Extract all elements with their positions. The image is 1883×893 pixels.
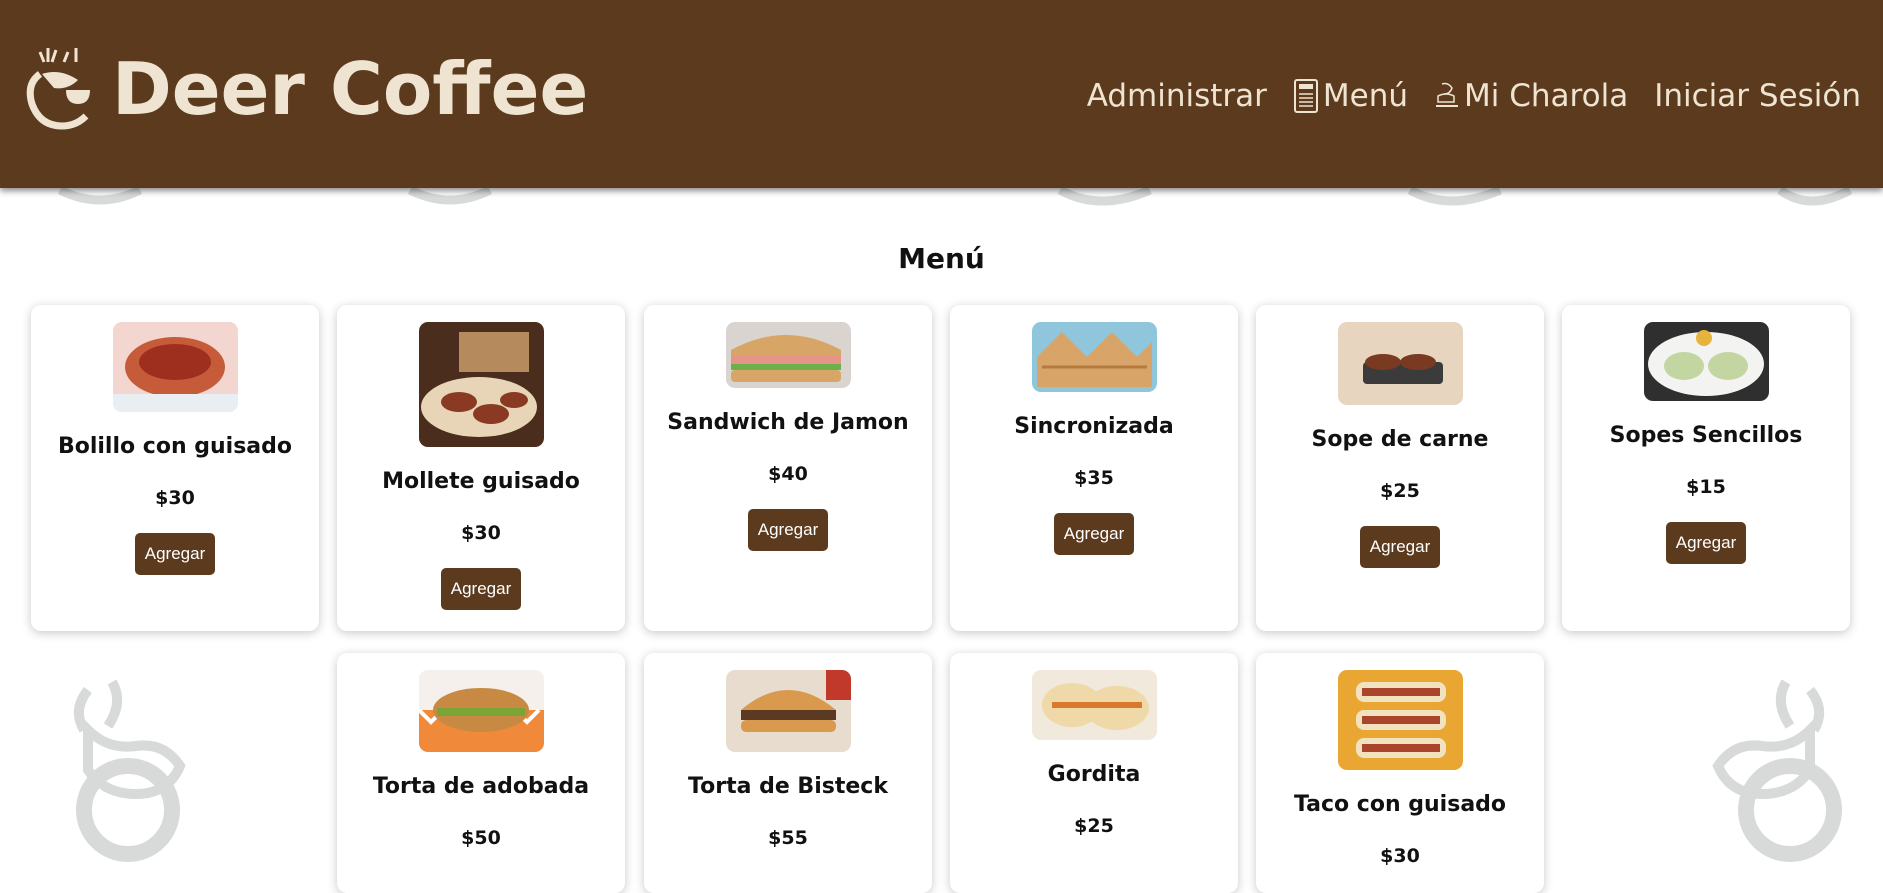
nav-iniciar-sesion[interactable]: Iniciar Sesión	[1654, 78, 1861, 114]
product-card: Taco con guisado $30	[1256, 653, 1544, 893]
brand-name: Deer Coffee	[112, 47, 589, 131]
product-price: $50	[461, 827, 501, 849]
product-name: Sopes Sencillos	[1609, 423, 1803, 448]
nav-mi-charola[interactable]: Mi Charola	[1434, 78, 1628, 114]
product-image	[112, 322, 238, 412]
add-button[interactable]: Agregar	[440, 568, 522, 610]
tray-icon	[1436, 82, 1459, 107]
product-card: Sandwich de Jamon $40 Agregar	[644, 305, 932, 631]
background-deer-watermark	[28, 670, 228, 870]
product-price: $35	[1074, 467, 1114, 489]
product-price: $30	[155, 487, 195, 509]
page-title: Menú	[898, 242, 985, 275]
product-image	[1337, 670, 1463, 770]
product-card: Gordita $25	[950, 653, 1238, 893]
product-name: Sope de carne	[1311, 427, 1489, 452]
product-image	[725, 670, 851, 752]
add-button[interactable]: Agregar	[134, 533, 216, 575]
product-image	[1337, 322, 1463, 405]
nav-label: Administrar	[1086, 78, 1267, 114]
product-name: Torta de Bisteck	[688, 774, 888, 799]
product-name: Torta de adobada	[372, 774, 590, 799]
product-card: Sopes Sencillos $15 Agregar	[1562, 305, 1850, 631]
menu-book-icon	[1293, 79, 1318, 113]
product-price: $30	[1380, 845, 1420, 867]
product-name: Sandwich de Jamon	[667, 410, 909, 435]
product-price: $15	[1686, 476, 1726, 498]
product-image	[418, 670, 544, 752]
main-nav: Administrar Menú Mi Charola Iniciar Sesi…	[1061, 78, 1861, 114]
nav-label: Mi Charola	[1464, 78, 1629, 114]
top-navbar: Deer Coffee Administrar Menú Mi Charola …	[0, 0, 1883, 188]
nav-label: Menú	[1322, 78, 1409, 114]
product-price: $30	[461, 522, 501, 544]
product-name: Sincronizada	[1014, 414, 1174, 439]
add-button[interactable]: Agregar	[1359, 526, 1441, 568]
brand[interactable]: Deer Coffee	[18, 44, 588, 134]
product-name: Taco con guisado	[1293, 792, 1507, 817]
product-image	[1031, 670, 1157, 740]
product-card: Sope de carne $25 Agregar	[1256, 305, 1544, 631]
product-card: Bolillo con guisado $30 Agregar	[31, 305, 319, 631]
product-price: $40	[768, 463, 808, 485]
background-deer-watermark	[1690, 670, 1883, 870]
nav-administrar[interactable]: Administrar	[1087, 78, 1267, 114]
product-name: Gordita	[1047, 762, 1141, 787]
product-name: Bolillo con guisado	[57, 434, 293, 459]
nav-menu[interactable]: Menú	[1293, 78, 1408, 114]
product-name: Mollete guisado	[382, 469, 580, 494]
add-button[interactable]: Agregar	[747, 509, 829, 551]
product-card: Sincronizada $35 Agregar	[950, 305, 1238, 631]
product-card: Torta de adobada $50	[337, 653, 625, 893]
nav-label: Iniciar Sesión	[1654, 78, 1861, 114]
product-price: $55	[768, 827, 808, 849]
product-card: Mollete guisado $30 Agregar	[337, 305, 625, 631]
product-image	[1643, 322, 1769, 401]
product-price: $25	[1074, 815, 1114, 837]
add-button[interactable]: Agregar	[1053, 513, 1135, 555]
add-button[interactable]: Agregar	[1665, 522, 1747, 564]
product-price: $25	[1380, 480, 1420, 502]
product-image	[418, 322, 544, 447]
product-image	[1031, 322, 1157, 392]
deer-logo-icon	[26, 48, 90, 130]
product-card: Torta de Bisteck $55	[644, 653, 932, 893]
product-image	[725, 322, 851, 388]
